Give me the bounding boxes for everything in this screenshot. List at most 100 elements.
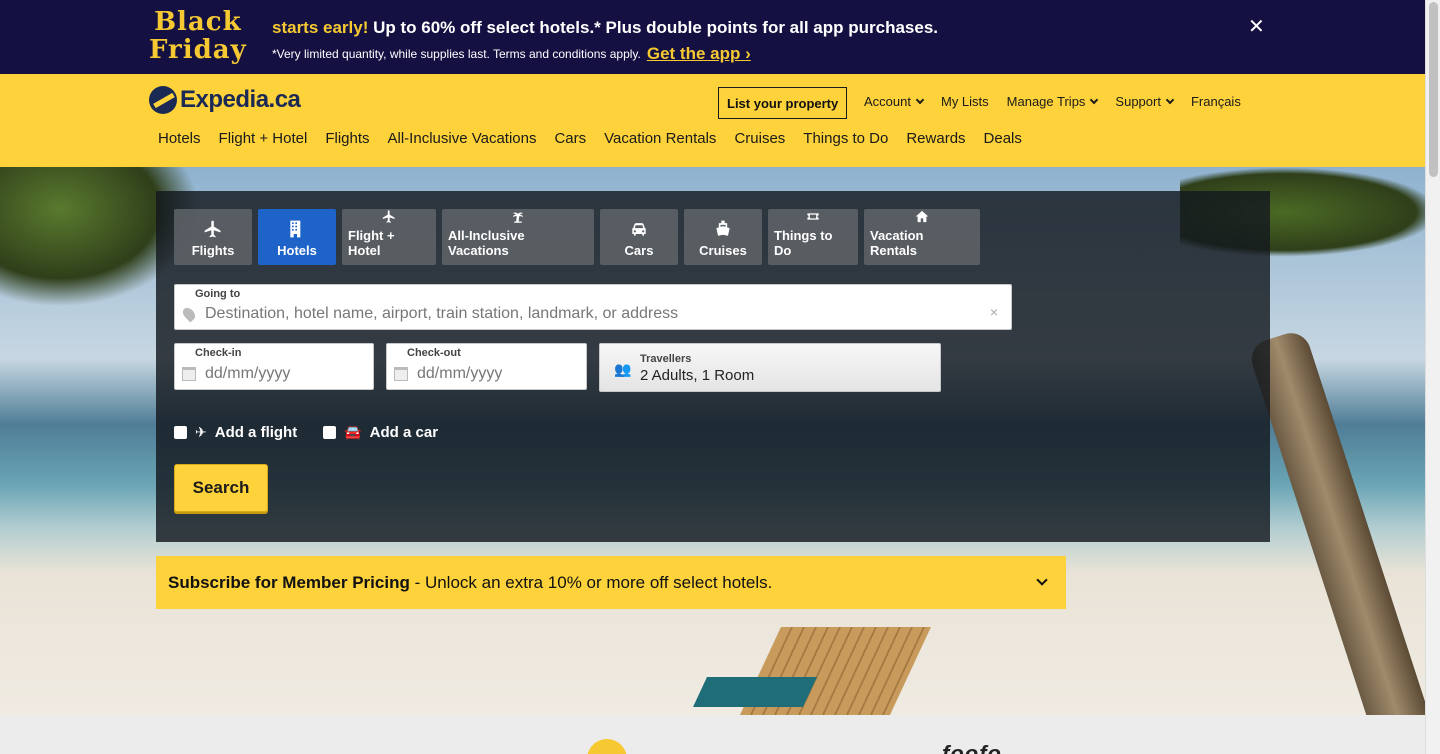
site-header: Expedia.ca List your property Account My… [0,74,1425,167]
add-flight-checkbox[interactable] [174,426,187,439]
expedia-logo[interactable]: Expedia.ca [149,86,301,114]
black-friday-logo-line1: Black [154,7,242,37]
globe-plane-icon [149,86,177,114]
plane-building-icon [382,210,395,223]
promo-fineprint-row: *Very limited quantity, while supplies l… [272,44,751,64]
chevron-down-icon [1090,95,1099,104]
going-to-label: Going to [195,288,241,300]
add-car-option[interactable]: 🚘 Add a car [323,424,438,441]
language-label: Français [1190,94,1241,109]
tab-vacation-rentals[interactable]: Vacation Rentals [864,209,980,265]
checkin-label: Check-in [195,347,242,359]
tab-hotels[interactable]: Hotels [258,209,336,265]
plane-icon: ✈ [195,424,207,440]
get-the-app-label: Get the app [646,44,741,63]
account-menu[interactable]: Account [864,94,925,109]
member-pricing-banner[interactable]: Subscribe for Member Pricing - Unlock an… [156,556,1066,609]
nav-rewards[interactable]: Rewards [906,130,965,147]
calendar-icon [182,367,196,381]
clear-icon[interactable]: × [990,304,998,320]
nav-vacation-rentals[interactable]: Vacation Rentals [604,130,716,147]
nav-things-to-do[interactable]: Things to Do [803,130,888,147]
beach-chair [693,627,931,715]
add-flight-label: Add a flight [214,424,298,441]
black-friday-logo: Black Friday [149,8,247,64]
partner-strip: foofo [0,715,1425,754]
add-car-checkbox[interactable] [323,426,337,439]
nav-cruises[interactable]: Cruises [734,130,785,147]
black-friday-logo-line2: Friday [149,35,247,65]
people-icon: 👥 [614,361,632,377]
main-nav: Hotels Flight + Hotel Flights All-Inclus… [158,130,1022,147]
promo-fineprint: *Very limited quantity, while supplies l… [272,47,641,61]
list-your-property-button[interactable]: List your property [718,87,848,119]
building-icon [290,220,301,238]
member-pricing-text: - Unlock an extra 10% or more off select… [409,572,773,592]
search-tabs: Flights Hotels Flight + Hotel All-Inclus… [174,209,980,265]
checkout-input[interactable] [417,365,556,383]
top-links: Account My Lists Manage Trips Support Fr… [864,94,1241,109]
tab-cars-label: Cars [624,243,654,258]
page-scrollbar[interactable] [1425,0,1440,754]
tab-cars[interactable]: Cars [600,209,678,265]
going-to-input[interactable] [205,305,981,323]
chevron-down-icon [1165,95,1175,104]
promo-banner: Black Friday starts early! Up to 60% off… [0,0,1425,74]
nav-all-inclusive[interactable]: All-Inclusive Vacations [388,130,537,147]
nav-deals[interactable]: Deals [984,130,1022,147]
car-icon: 🚘 [344,424,362,440]
checkin-field[interactable]: Check-in [174,343,374,390]
nav-cars[interactable]: Cars [554,130,586,147]
add-car-label: Add a car [369,424,439,441]
manage-trips-label: Manage Trips [1006,94,1086,109]
tab-hotels-label: Hotels [277,243,317,258]
account-label: Account [864,94,911,109]
close-icon[interactable]: ✕ [1248,14,1265,39]
scrollbar-thumb[interactable] [1429,2,1438,177]
promo-headline-text: Up to 60% off select hotels.* Plus doubl… [373,18,939,37]
palm-trunk [1246,328,1425,715]
get-the-app-link[interactable]: Get the app › [647,44,751,64]
manage-trips-menu[interactable]: Manage Trips [1006,94,1099,109]
going-to-field[interactable]: Going to × [174,284,1012,330]
tab-cruises[interactable]: Cruises [684,209,762,265]
my-lists-label: My Lists [940,94,989,109]
tab-flight-hotel[interactable]: Flight + Hotel [342,209,436,265]
checkout-field[interactable]: Check-out [386,343,587,390]
house-icon [915,210,929,223]
tab-vacation-rentals-label: Vacation Rentals [870,228,924,258]
location-pin-icon [180,305,198,323]
chevron-down-icon [1036,574,1048,586]
beach-chair-cushion [693,677,817,707]
search-panel: Flights Hotels Flight + Hotel All-Inclus… [156,191,1270,542]
tab-all-inclusive[interactable]: All-Inclusive Vacations [442,209,594,265]
chevron-right-icon: › [745,44,751,63]
travellers-label: Travellers [640,353,692,365]
ship-icon [716,220,730,236]
nav-flight-hotel[interactable]: Flight + Hotel [219,130,308,147]
checkin-input[interactable] [205,365,343,383]
search-button[interactable]: Search [174,464,268,512]
tab-things-to-do-label: Things to Do [774,228,833,258]
tab-flight-hotel-label: Flight + Hotel [348,228,395,258]
promo-headline: starts early! Up to 60% off select hotel… [272,18,938,38]
logo-text: Expedia.ca [180,86,301,113]
ticket-icon [807,213,819,220]
tab-flights[interactable]: Flights [174,209,252,265]
partner-logo-text: foofo [942,741,1002,754]
tab-things-to-do[interactable]: Things to Do [768,209,858,265]
chevron-down-icon [915,95,925,104]
my-lists-link[interactable]: My Lists [941,94,989,109]
checkout-label: Check-out [407,347,461,359]
language-link[interactable]: Français [1191,94,1241,109]
travellers-value: 2 Adults, 1 Room [640,367,755,384]
tab-all-inclusive-label: All-Inclusive Vacations [448,228,525,258]
add-flight-option[interactable]: ✈ Add a flight [174,424,297,441]
support-menu[interactable]: Support [1115,94,1175,109]
calendar-icon [394,367,408,381]
nav-hotels[interactable]: Hotels [158,130,201,147]
travellers-selector[interactable]: 👥 Travellers 2 Adults, 1 Room [599,343,941,392]
nav-flights[interactable]: Flights [325,130,369,147]
support-label: Support [1115,94,1161,109]
promo-highlight: starts early! [272,18,369,37]
